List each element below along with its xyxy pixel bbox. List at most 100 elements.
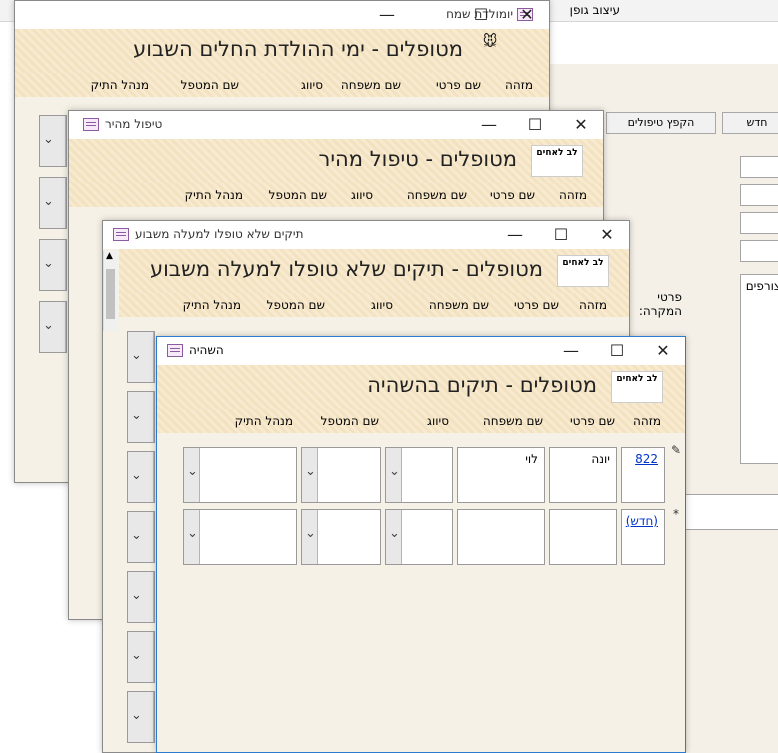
dropdown-arrow-icon[interactable] — [128, 512, 154, 562]
new-button[interactable]: חדש — [722, 112, 778, 134]
combo-box[interactable] — [127, 571, 155, 623]
id-link[interactable]: (חדש) — [626, 514, 658, 528]
dropdown-arrow-icon[interactable] — [40, 116, 66, 166]
dropdown-arrow-icon[interactable] — [128, 692, 154, 742]
quick-header: לב לאחים מטופלים - טיפול מהיר — [69, 139, 603, 183]
last-name-value: לוי — [525, 452, 538, 466]
close-button[interactable]: ✕ — [653, 341, 673, 361]
combo-box[interactable] — [39, 301, 67, 353]
combo-box[interactable] — [127, 631, 155, 683]
logo: לב לאחים — [557, 255, 609, 287]
col-first-name: שם פרטי — [513, 298, 559, 312]
last-name-field[interactable] — [457, 509, 545, 565]
suspended-titlebar: השהיה — ☐ ✕ — [157, 337, 685, 365]
combo-box[interactable] — [127, 451, 155, 503]
minimize-button[interactable]: — — [377, 5, 397, 25]
id-field[interactable]: (חדש) — [621, 509, 665, 565]
therapist-combo[interactable] — [301, 509, 381, 565]
page-title: מטופלים - טיפול מהיר — [318, 147, 517, 171]
dropdown-arrow-icon[interactable] — [302, 510, 318, 564]
form-icon — [167, 344, 183, 357]
suspended-column-headers: מזהה שם פרטי שם משפחה סיווג שם המטפל מנה… — [157, 409, 685, 433]
maximize-button[interactable]: ☐ — [525, 115, 545, 135]
maximize-button[interactable]: ☐ — [551, 225, 571, 245]
popup-treatments-button[interactable]: הקפץ טיפולים — [606, 112, 716, 134]
page-title: מטופלים - תיקים בהשהיה — [367, 373, 597, 397]
bg-field-4[interactable] — [740, 240, 778, 262]
dropdown-arrow-icon[interactable] — [386, 448, 402, 502]
id-link[interactable]: 822 — [635, 452, 658, 466]
combo-box[interactable] — [39, 239, 67, 291]
dropdown-arrow-icon[interactable] — [128, 572, 154, 622]
class-combo[interactable] — [385, 509, 453, 565]
col-case-manager: מנהל התיק — [90, 78, 149, 92]
col-case-manager: מנהל התיק — [182, 298, 241, 312]
maximize-button[interactable]: ☐ — [471, 5, 491, 25]
incident-label: פרטי המקרה: — [638, 290, 682, 318]
dropdown-arrow-icon[interactable] — [40, 302, 66, 352]
close-button[interactable]: ✕ — [517, 5, 537, 25]
dropdown-arrow-icon[interactable] — [128, 452, 154, 502]
untreated-header: לב לאחים מטופלים - תיקים שלא טופלו למעלה… — [119, 249, 629, 293]
row-selector-new-icon[interactable]: * — [673, 507, 679, 521]
scroll-thumb[interactable] — [106, 269, 115, 319]
col-therapist: שם המטפל — [180, 78, 239, 92]
combo-box[interactable] — [127, 391, 155, 443]
logo: לב לאחים — [531, 145, 583, 177]
birthday-header: מטופלים - ימי ההולדת החלים השבוע 🐭 — [15, 29, 549, 73]
dropdown-arrow-icon[interactable] — [184, 510, 200, 564]
case-manager-combo[interactable] — [183, 447, 297, 503]
col-last-name: שם משפחה — [428, 298, 489, 312]
dropdown-arrow-icon[interactable] — [40, 240, 66, 290]
window-title: טיפול מהיר — [105, 117, 163, 131]
untreated-titlebar: תיקים שלא טופלו למעלה משבוע — ☐ ✕ — [103, 221, 629, 249]
maximize-button[interactable]: ☐ — [607, 341, 627, 361]
bg-field-2[interactable] — [740, 184, 778, 206]
dropdown-arrow-icon[interactable] — [302, 448, 318, 502]
dropdown-arrow-icon[interactable] — [184, 448, 200, 502]
case-manager-combo[interactable] — [183, 509, 297, 565]
ribbon-label[interactable]: עיצוב גופן — [570, 3, 620, 17]
id-field[interactable]: 822 — [621, 447, 665, 503]
partners-panel: צורפים — [740, 274, 778, 464]
dropdown-arrow-icon[interactable] — [386, 510, 402, 564]
combo-box[interactable] — [127, 691, 155, 743]
scroll-up-icon[interactable]: ▲ — [106, 251, 113, 261]
class-combo[interactable] — [385, 447, 453, 503]
page-title: מטופלים - ימי ההולדת החלים השבוע — [133, 37, 463, 61]
col-first-name: שם פרטי — [569, 414, 615, 428]
combo-box[interactable] — [127, 331, 155, 383]
first-name-field[interactable]: יונה — [549, 447, 617, 503]
last-name-field[interactable]: לוי — [457, 447, 545, 503]
col-last-name: שם משפחה — [406, 188, 467, 202]
suspended-header: לב לאחים מטופלים - תיקים בהשהיה — [157, 365, 685, 409]
combo-box[interactable] — [127, 511, 155, 563]
window-title: השהיה — [189, 343, 224, 357]
bg-field-1[interactable] — [740, 156, 778, 178]
first-name-field[interactable] — [549, 509, 617, 565]
dropdown-arrow-icon[interactable] — [40, 178, 66, 228]
col-case-manager: מנהל התיק — [184, 188, 243, 202]
col-id: מזהה — [505, 78, 533, 92]
therapist-combo[interactable] — [301, 447, 381, 503]
close-button[interactable]: ✕ — [571, 115, 591, 135]
first-name-value: יונה — [591, 452, 610, 466]
close-button[interactable]: ✕ — [597, 225, 617, 245]
form-icon — [113, 228, 129, 241]
quick-titlebar: טיפול מהיר — ☐ ✕ — [69, 111, 603, 139]
bg-field-3[interactable] — [740, 212, 778, 234]
col-therapist: שם המטפל — [320, 414, 379, 428]
dropdown-arrow-icon[interactable] — [128, 332, 154, 382]
minimize-button[interactable]: — — [479, 115, 499, 135]
col-class: סיווג — [371, 298, 393, 312]
minimize-button[interactable]: — — [505, 225, 525, 245]
logo: לב לאחים — [611, 371, 663, 403]
dropdown-arrow-icon[interactable] — [128, 632, 154, 682]
minimize-button[interactable]: — — [561, 341, 581, 361]
combo-box[interactable] — [39, 177, 67, 229]
vertical-scrollbar[interactable]: ▲ — [103, 251, 117, 331]
row-selector-edit-icon[interactable]: ✎ — [671, 443, 681, 457]
combo-box[interactable] — [39, 115, 67, 167]
col-id: מזהה — [579, 298, 607, 312]
dropdown-arrow-icon[interactable] — [128, 392, 154, 442]
